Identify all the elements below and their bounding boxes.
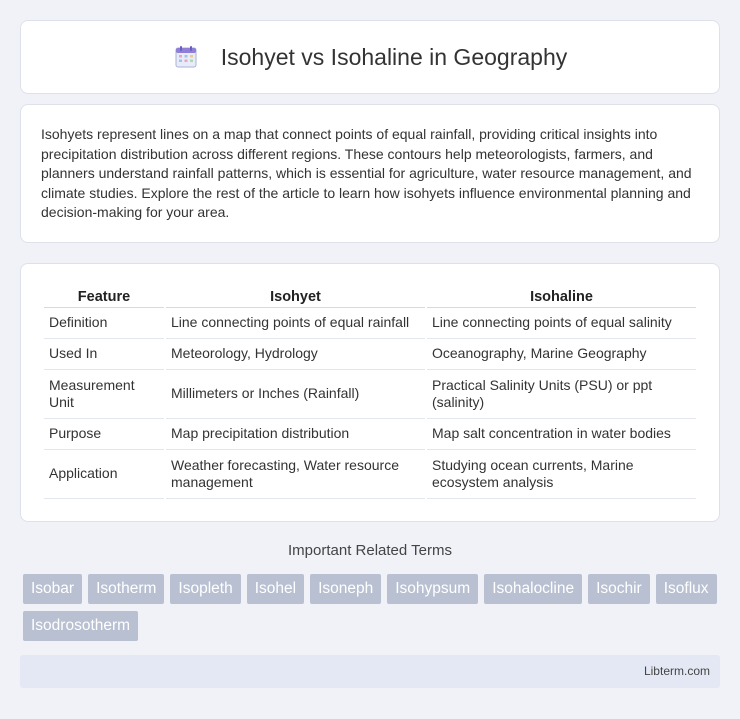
tag-isotherm[interactable]: Isotherm [88,574,165,604]
table-row: Purpose Map precipitation distribution M… [44,419,696,450]
table-cell: Purpose [44,419,164,450]
table-cell: Measurement Unit [44,370,164,419]
table-cell: Application [44,450,164,499]
page-title: Isohyet vs Isohaline in Geography [220,43,568,70]
tag-isohel[interactable]: Isohel [246,574,305,604]
table-row: Definition Line connecting points of equ… [44,308,696,339]
tag-isochir[interactable]: Isochir [588,574,650,604]
comparison-table: Feature Isohyet Isohaline Definition Lin… [42,284,698,499]
related-terms-tags: Isobar Isotherm Isopleth Isohel Isoneph … [23,574,723,641]
calendar-icon [175,46,197,68]
header-isohyet: Isohyet [166,284,425,308]
table-cell: Line connecting points of equal rainfall [166,308,425,339]
tag-isohypsum[interactable]: Isohypsum [387,574,479,604]
tag-isoflux[interactable]: Isoflux [655,574,717,604]
table-row: Application Weather forecasting, Water r… [44,450,696,499]
tag-isoneph[interactable]: Isoneph [310,574,382,604]
header-card: Isohyet vs Isohaline in Geography [20,20,720,94]
table-cell: Studying ocean currents, Marine ecosyste… [427,450,696,499]
header-isohaline: Isohaline [427,284,696,308]
table-cell: Meteorology, Hydrology [166,339,425,370]
table-cell: Map salt concentration in water bodies [427,419,696,450]
comparison-table-card: Feature Isohyet Isohaline Definition Lin… [20,263,720,522]
header-feature: Feature [44,284,164,308]
table-cell: Practical Salinity Units (PSU) or ppt (s… [427,370,696,419]
related-terms-title: Important Related Terms [288,542,452,559]
tag-isobar[interactable]: Isobar [23,574,83,604]
tag-isodrosotherm[interactable]: Isodrosotherm [23,611,139,641]
table-cell: Millimeters or Inches (Rainfall) [166,370,425,419]
table-cell: Oceanography, Marine Geography [427,339,696,370]
table-row: Used In Meteorology, Hydrology Oceanogra… [44,339,696,370]
footer: Libterm.com [20,655,720,688]
intro-card: Isohyets represent lines on a map that c… [20,104,720,243]
table-row: Measurement Unit Millimeters or Inches (… [44,370,696,419]
table-cell: Definition [44,308,164,339]
footer-brand[interactable]: Libterm.com [644,664,710,678]
intro-paragraph: Isohyets represent lines on a map that c… [41,126,692,220]
table-cell: Weather forecasting, Water resource mana… [166,450,425,499]
tag-isopleth[interactable]: Isopleth [170,574,241,604]
table-cell: Line connecting points of equal salinity [427,308,696,339]
title-wrap: Isohyet vs Isohaline in Geography [173,44,567,71]
table-cell: Used In [44,339,164,370]
table-header-row: Feature Isohyet Isohaline [44,284,696,308]
table-cell: Map precipitation distribution [166,419,425,450]
tag-isohalocline[interactable]: Isohalocline [484,574,583,604]
